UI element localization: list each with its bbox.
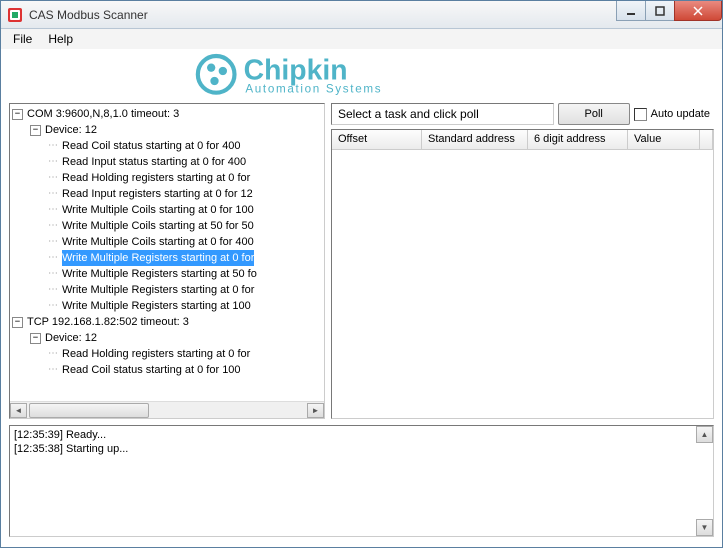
right-panel: Select a task and click poll Poll Auto u…: [331, 103, 714, 419]
logo-area: Chipkin Automation Systems: [1, 49, 722, 99]
tree-label: Read Coil status starting at 0 for 100: [62, 362, 241, 378]
auto-update-checkbox[interactable]: [634, 108, 647, 121]
scroll-left-icon[interactable]: ◄: [10, 403, 27, 418]
tree-leaf-icon: ⋯: [48, 250, 59, 266]
tree-label: Write Multiple Coils starting at 0 for 1…: [62, 202, 254, 218]
tree-panel: −COM 3:9600,N,8,1.0 timeout: 3−Device: 1…: [9, 103, 325, 419]
auto-update-label: Auto update: [651, 108, 710, 120]
tree-toggle-icon[interactable]: −: [12, 317, 23, 328]
tree-device[interactable]: −Device: 12: [10, 330, 324, 346]
tree-label: Read Holding registers starting at 0 for: [62, 170, 250, 186]
window-title: CAS Modbus Scanner: [29, 8, 148, 22]
auto-update-toggle[interactable]: Auto update: [634, 108, 714, 121]
tree-task[interactable]: ⋯Write Multiple Coils starting at 0 for …: [10, 234, 324, 250]
tree-task[interactable]: ⋯Read Coil status starting at 0 for 400: [10, 138, 324, 154]
tree-task[interactable]: ⋯Read Coil status starting at 0 for 100: [10, 362, 324, 378]
tree-task[interactable]: ⋯Write Multiple Registers starting at 10…: [10, 298, 324, 314]
result-grid: Offset Standard address 6 digit address …: [331, 129, 714, 419]
titlebar: CAS Modbus Scanner: [1, 1, 722, 29]
window-buttons: [617, 1, 722, 21]
log-scroll-up-icon[interactable]: ▲: [696, 426, 713, 443]
tree-label: Read Coil status starting at 0 for 400: [62, 138, 241, 154]
tree-conn-com[interactable]: −COM 3:9600,N,8,1.0 timeout: 3: [10, 106, 324, 122]
tree-leaf-icon: ⋯: [48, 218, 59, 234]
tree-task[interactable]: ⋯Read Input status starting at 0 for 400: [10, 154, 324, 170]
tree-label: TCP 192.168.1.82:502 timeout: 3: [27, 314, 189, 330]
tree-task[interactable]: ⋯Write Multiple Registers starting at 0 …: [10, 250, 324, 266]
tree-leaf-icon: ⋯: [48, 170, 59, 186]
tree-leaf-icon: ⋯: [48, 202, 59, 218]
minimize-button[interactable]: [616, 1, 646, 21]
tree-hscrollbar[interactable]: ◄ ►: [10, 401, 324, 418]
tree-conn-tcp[interactable]: −TCP 192.168.1.82:502 timeout: 3: [10, 314, 324, 330]
tree-label: Write Multiple Registers starting at 0 f…: [62, 282, 254, 298]
logo-subtitle-text: Automation Systems: [245, 83, 382, 96]
tree-leaf-icon: ⋯: [48, 346, 59, 362]
task-tree[interactable]: −COM 3:9600,N,8,1.0 timeout: 3−Device: 1…: [10, 104, 324, 401]
menubar: File Help: [1, 29, 722, 49]
tree-device[interactable]: −Device: 12: [10, 122, 324, 138]
tree-toggle-icon[interactable]: −: [12, 109, 23, 120]
tree-leaf-icon: ⋯: [48, 234, 59, 250]
tree-label: Write Multiple Coils starting at 0 for 4…: [62, 234, 254, 250]
logo-brand-text: Chipkin: [243, 54, 347, 86]
tree-leaf-icon: ⋯: [48, 266, 59, 282]
tree-label: Write Multiple Coils starting at 50 for …: [62, 218, 254, 234]
tree-toggle-icon[interactable]: −: [30, 333, 41, 344]
tree-leaf-icon: ⋯: [48, 154, 59, 170]
maximize-button[interactable]: [645, 1, 675, 21]
menu-help[interactable]: Help: [40, 30, 81, 48]
content-area: −COM 3:9600,N,8,1.0 timeout: 3−Device: 1…: [1, 99, 722, 419]
grid-body: [332, 150, 713, 418]
log-scroll-down-icon[interactable]: ▼: [696, 519, 713, 536]
tree-leaf-icon: ⋯: [48, 362, 59, 378]
tree-leaf-icon: ⋯: [48, 298, 59, 314]
tree-task[interactable]: ⋯Write Multiple Registers starting at 50…: [10, 266, 324, 282]
task-prompt: Select a task and click poll: [331, 103, 554, 125]
tree-task[interactable]: ⋯Read Holding registers starting at 0 fo…: [10, 170, 324, 186]
close-button[interactable]: [674, 1, 722, 21]
tree-label: Write Multiple Registers starting at 100: [62, 298, 251, 314]
col-sixdigit[interactable]: 6 digit address: [528, 130, 628, 149]
tree-task[interactable]: ⋯Write Multiple Coils starting at 50 for…: [10, 218, 324, 234]
scroll-track[interactable]: [27, 403, 307, 418]
tree-task[interactable]: ⋯Write Multiple Registers starting at 0 …: [10, 282, 324, 298]
tree-label: Read Holding registers starting at 0 for: [62, 346, 250, 362]
log-line: [12:35:38] Starting up...: [14, 442, 709, 456]
col-standard[interactable]: Standard address: [422, 130, 528, 149]
tree-toggle-icon[interactable]: −: [30, 125, 41, 136]
col-tail: [700, 130, 713, 149]
tree-label: Read Input status starting at 0 for 400: [62, 154, 246, 170]
col-value[interactable]: Value: [628, 130, 700, 149]
tree-label: Device: 12: [45, 330, 97, 346]
tree-leaf-icon: ⋯: [48, 282, 59, 298]
log-line: [12:35:39] Ready...: [14, 428, 709, 442]
tree-label: Write Multiple Registers starting at 0 f…: [62, 250, 254, 266]
tree-label: COM 3:9600,N,8,1.0 timeout: 3: [27, 106, 179, 122]
tree-label: Write Multiple Registers starting at 50 …: [62, 266, 257, 282]
grid-header: Offset Standard address 6 digit address …: [332, 130, 713, 150]
scroll-right-icon[interactable]: ►: [307, 403, 324, 418]
app-icon: [7, 7, 23, 23]
tree-label: Read Input registers starting at 0 for 1…: [62, 186, 253, 202]
scroll-thumb[interactable]: [29, 403, 149, 418]
tree-label: Device: 12: [45, 122, 97, 138]
menu-file[interactable]: File: [5, 30, 40, 48]
tree-leaf-icon: ⋯: [48, 186, 59, 202]
poll-button[interactable]: Poll: [558, 103, 630, 125]
log-panel: [12:35:39] Ready...[12:35:38] Starting u…: [9, 425, 714, 537]
tree-task[interactable]: ⋯Write Multiple Coils starting at 0 for …: [10, 202, 324, 218]
task-bar: Select a task and click poll Poll Auto u…: [331, 103, 714, 125]
tree-leaf-icon: ⋯: [48, 138, 59, 154]
tree-task[interactable]: ⋯Read Holding registers starting at 0 fo…: [10, 346, 324, 362]
tree-task[interactable]: ⋯Read Input registers starting at 0 for …: [10, 186, 324, 202]
col-offset[interactable]: Offset: [332, 130, 422, 149]
